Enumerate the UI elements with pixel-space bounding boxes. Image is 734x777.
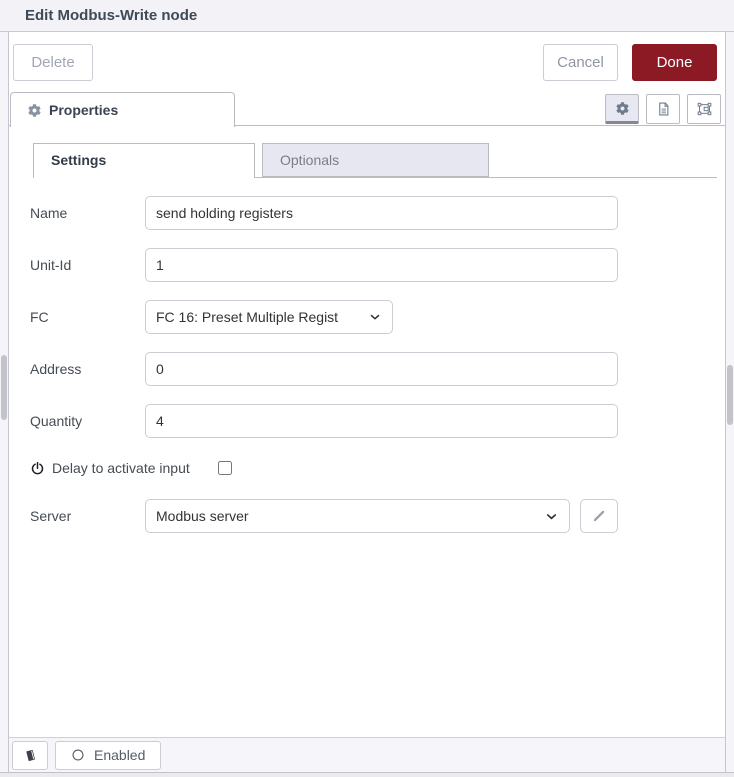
gear-icon [28,104,41,117]
book-icon [23,748,38,763]
done-button[interactable]: Done [632,44,717,81]
gear-icon [616,102,629,115]
node-help-button[interactable] [12,741,48,770]
unit-id-label: Unit-Id [30,257,145,273]
enabled-toggle-button[interactable]: Enabled [55,741,161,770]
settings-tabbar: Settings Optionals [9,143,725,178]
name-input[interactable] [145,196,618,230]
chevron-down-icon [544,509,559,524]
address-row: Address [9,352,725,386]
server-label: Server [30,508,145,524]
description-tool-button[interactable] [646,94,680,124]
dialog-title: Edit Modbus-Write node [25,7,197,24]
power-icon [30,461,45,476]
tray-footer: Enabled [9,737,725,772]
tab-optionals[interactable]: Optionals [262,143,489,177]
tab-properties-label: Properties [49,102,118,118]
unit-id-input[interactable] [145,248,618,282]
fc-label: FC [30,309,145,325]
unit-id-row: Unit-Id [9,248,725,282]
pencil-icon [592,509,606,523]
edit-node-dialog: Edit Modbus-Write node Delete Cancel Don… [0,0,734,777]
properties-tool-button[interactable] [605,94,639,124]
tray-tabbar: Properties [9,92,725,126]
scrollbar-thumb[interactable] [1,355,7,420]
server-edit-button[interactable] [580,499,618,533]
workspace-edge [0,772,734,777]
chevron-down-icon [368,310,382,324]
name-row: Name [9,196,725,230]
edit-tray: Delete Cancel Done Properties [8,32,726,772]
palette-scrollbar[interactable] [0,32,8,772]
quantity-row: Quantity [9,404,725,438]
scrollbar-thumb[interactable] [727,365,733,425]
cancel-button[interactable]: Cancel [543,44,618,81]
tray-tools [605,94,721,124]
sidebar-scrollbar[interactable] [726,32,734,772]
address-input[interactable] [145,352,618,386]
appearance-tool-button[interactable] [687,94,721,124]
fc-selected-value: FC 16: Preset Multiple Regist [156,309,360,325]
dialog-header: Edit Modbus-Write node [0,0,734,32]
address-label: Address [30,361,145,377]
dialog-toolbar: Delete Cancel Done [9,32,725,92]
quantity-label: Quantity [30,413,145,429]
delay-row: Delay to activate input [9,456,725,480]
tab-settings[interactable]: Settings [33,143,255,178]
fc-row: FC FC 16: Preset Multiple Regist [9,300,725,334]
server-selected-value: Modbus server [156,508,536,524]
delay-label: Delay to activate input [52,460,190,476]
delay-checkbox[interactable] [218,461,232,475]
fc-select[interactable]: FC 16: Preset Multiple Regist [145,300,393,334]
quantity-input[interactable] [145,404,618,438]
circle-icon [71,748,85,762]
enabled-label: Enabled [94,747,145,763]
properties-panel: Settings Optionals Name Unit-Id FC FC 16… [9,126,725,737]
name-label: Name [30,205,145,221]
delete-button[interactable]: Delete [13,44,93,81]
server-select[interactable]: Modbus server [145,499,570,533]
appearance-icon [696,101,713,117]
document-icon [656,101,671,117]
tab-properties[interactable]: Properties [10,92,235,127]
settings-form: Name Unit-Id FC FC 16: Preset Multiple R… [9,196,725,533]
server-row: Server Modbus server [9,499,725,533]
